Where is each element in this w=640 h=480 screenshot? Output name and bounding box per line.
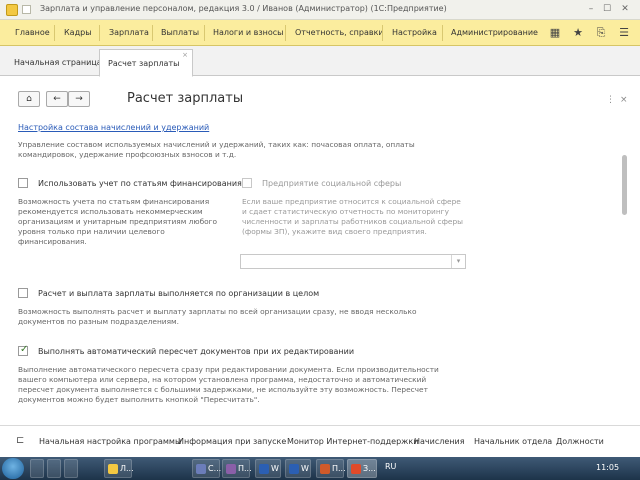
- bottom-item-startup-info[interactable]: Информация при запуске: [178, 437, 286, 446]
- star-icon[interactable]: ★: [571, 26, 585, 40]
- windows-taskbar: Л... С... П... W W П... З... RU 11:05: [0, 457, 640, 480]
- more-icon[interactable]: ⋮: [606, 95, 615, 105]
- home-button[interactable]: ⌂: [18, 91, 40, 107]
- accruals-settings-link[interactable]: Настройка состава начислений и удержаний: [18, 123, 209, 132]
- taskbar-app-2[interactable]: С...: [192, 459, 221, 478]
- taskbar-app-3[interactable]: П...: [222, 459, 252, 478]
- start-button[interactable]: [2, 458, 24, 479]
- menu-item-main[interactable]: Главное: [15, 20, 50, 46]
- taskbar-powerpoint[interactable]: П...: [316, 459, 346, 478]
- app-logo-icon: [6, 4, 18, 16]
- checkmark-icon: ✓: [20, 344, 29, 355]
- auto-recalc-checkbox[interactable]: ✓: [18, 344, 29, 356]
- menu-separator: [442, 25, 443, 41]
- taskbar-word-2[interactable]: W: [285, 459, 311, 478]
- menu-icon[interactable]: ☰: [617, 26, 631, 40]
- app-icon: [108, 464, 118, 474]
- bottom-item-positions[interactable]: Должности: [556, 437, 604, 446]
- history-icon[interactable]: ⎘: [594, 26, 608, 40]
- menu-item-settings[interactable]: Настройка: [392, 20, 437, 46]
- tab-payroll-label: Расчет зарплаты: [108, 59, 180, 68]
- payroll-settings-form: ⌂ ← → Расчет зарплаты ⋮ × Настройка сост…: [0, 77, 640, 425]
- menu-item-hr[interactable]: Кадры: [64, 20, 92, 46]
- close-form-icon[interactable]: ×: [620, 95, 628, 105]
- grid-icon[interactable]: ▦: [548, 26, 562, 40]
- page-title: Расчет зарплаты: [127, 91, 244, 106]
- word-icon: [289, 464, 299, 474]
- whole-organization-checkbox[interactable]: [18, 288, 28, 298]
- open-tabs: Начальная страница Расчет зарплаты ×: [0, 46, 640, 77]
- form-scrollbar[interactable]: [622, 155, 627, 215]
- tab-close-icon[interactable]: ×: [182, 42, 188, 69]
- window-title: Зарплата и управление персоналом, редакц…: [40, 4, 447, 13]
- main-menu: Главное Кадры Зарплата Выплаты Налоги и …: [0, 20, 640, 46]
- taskbar-app-1[interactable]: Л...: [104, 459, 134, 478]
- taskbar-1c-active[interactable]: З...: [347, 459, 377, 478]
- pin-icon[interactable]: ⊏: [16, 435, 24, 446]
- minimize-button[interactable]: –: [584, 3, 598, 16]
- enterprise-type-select[interactable]: ▾: [240, 254, 466, 269]
- window-titlebar: Зарплата и управление персоналом, редакц…: [0, 0, 640, 20]
- whole-organization-description: Возможность выполнять расчет и выплату з…: [18, 307, 417, 326]
- menu-separator: [152, 25, 153, 41]
- auto-recalc-description: Выполнение автоматического пересчета сра…: [18, 365, 439, 404]
- funding-items-description: Возможность учета по статьям финансирова…: [18, 197, 218, 246]
- 1c-icon: [351, 464, 361, 474]
- explorer-icon[interactable]: [30, 459, 44, 478]
- powerpoint-icon: [320, 464, 330, 474]
- clock[interactable]: 11:05: [596, 463, 619, 472]
- chevron-down-icon[interactable]: ▾: [451, 255, 465, 268]
- tab-payroll[interactable]: Расчет зарплаты ×: [99, 49, 193, 77]
- whole-organization-label: Расчет и выплата зарплаты выполняется по…: [38, 289, 320, 298]
- tab-home[interactable]: Начальная страница: [6, 49, 110, 76]
- forward-button[interactable]: →: [68, 91, 90, 107]
- accruals-settings-description: Управление составом используемых начисле…: [18, 140, 415, 159]
- social-sphere-description: Если ваше предприятие относится к социал…: [242, 197, 464, 236]
- word-icon: [259, 464, 269, 474]
- app-icon: [226, 464, 236, 474]
- quick-access-icon[interactable]: [22, 5, 31, 14]
- menu-separator: [382, 25, 383, 41]
- maximize-button[interactable]: ☐: [600, 3, 614, 16]
- funding-items-checkbox[interactable]: [18, 178, 28, 188]
- firefox-icon[interactable]: [47, 459, 61, 478]
- menu-separator: [285, 25, 286, 41]
- social-sphere-label: Предприятие социальной сферы: [262, 179, 402, 188]
- bottom-item-department-head[interactable]: Начальник отдела: [474, 437, 552, 446]
- bottom-item-support-monitor[interactable]: Монитор Интернет-поддержки: [287, 437, 418, 446]
- menu-item-admin[interactable]: Администрирование: [451, 20, 538, 46]
- funding-items-label: Использовать учет по статьям финансирова…: [38, 179, 242, 188]
- chrome-icon[interactable]: [64, 459, 78, 478]
- menu-separator: [99, 25, 100, 41]
- taskbar-word-1[interactable]: W: [255, 459, 281, 478]
- menu-separator: [54, 25, 55, 41]
- menu-item-reports[interactable]: Отчетность, справки: [295, 20, 384, 46]
- close-window-button[interactable]: ✕: [618, 3, 632, 16]
- bottom-item-initial-setup[interactable]: Начальная настройка программы: [39, 437, 181, 446]
- menu-item-salary[interactable]: Зарплата: [109, 20, 149, 46]
- menu-item-taxes[interactable]: Налоги и взносы: [213, 20, 283, 46]
- menu-item-payments[interactable]: Выплаты: [161, 20, 199, 46]
- back-button[interactable]: ←: [46, 91, 68, 107]
- auto-recalc-label: Выполнять автоматический пересчет докуме…: [38, 347, 355, 356]
- menu-separator: [204, 25, 205, 41]
- language-indicator[interactable]: RU: [385, 462, 396, 471]
- social-sphere-checkbox[interactable]: [242, 178, 252, 188]
- bottom-command-bar: ⊏ Начальная настройка программы Информац…: [0, 425, 640, 457]
- bottom-item-accruals[interactable]: Начисления: [414, 437, 465, 446]
- app-icon: [196, 464, 206, 474]
